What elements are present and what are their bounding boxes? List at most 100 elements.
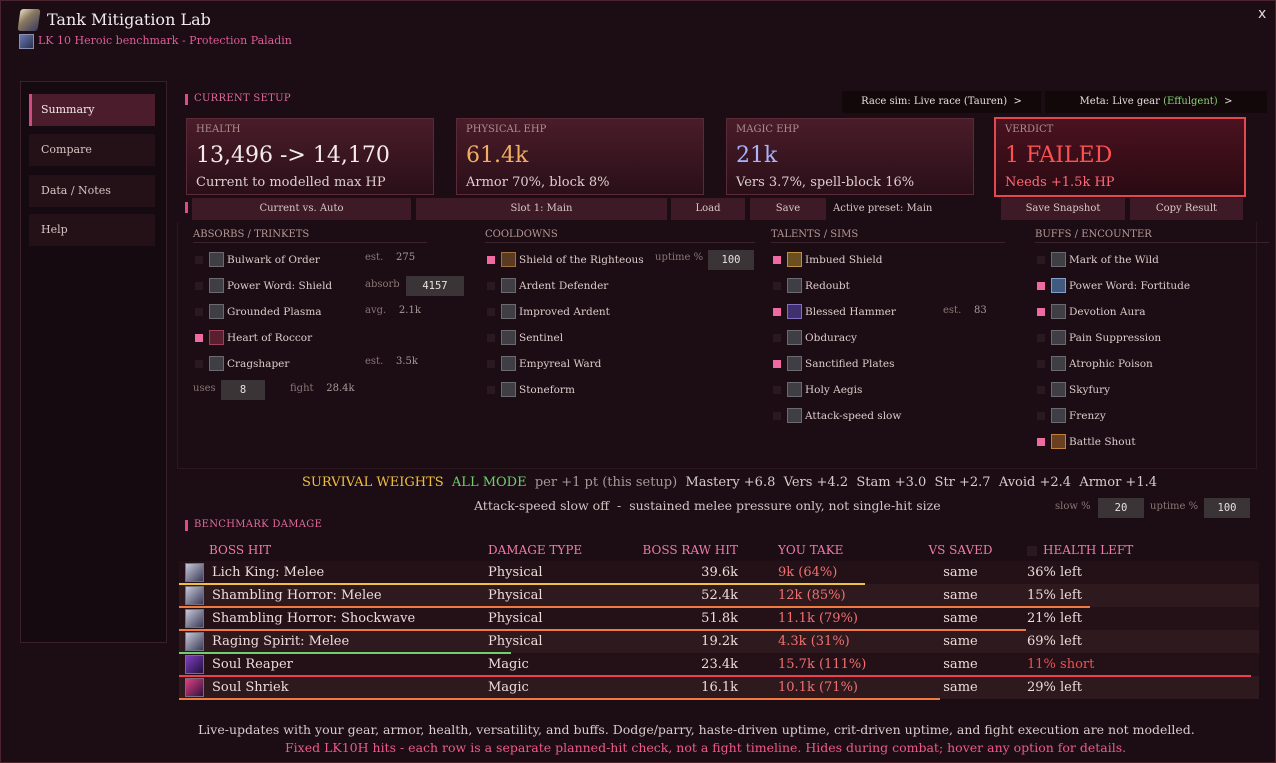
copy-result-button[interactable]: Copy Result [1130,198,1243,220]
stoneform-icon [501,382,516,397]
window-title: Tank Mitigation Lab [47,10,211,29]
sidebar-item-summary[interactable]: Summary [29,94,155,126]
plates-icon [787,356,802,371]
obduracy-icon [787,330,802,345]
buffs-heading: BUFFS / ENCOUNTER [1035,229,1269,243]
save-snapshot-button[interactable]: Save Snapshot [1001,198,1125,220]
table-row[interactable]: Soul Reaper Magic 23.4k 15.7k (111%) same 11%… [179,653,1259,676]
option-label: Power Word: Fortitude [1069,280,1191,292]
race-sim-button[interactable]: Race sim: Live race (Tauren) > [842,91,1041,113]
table-row[interactable]: Lich King: Melee Physical 39.6k 9k (64%) sam… [179,561,1259,584]
sidebar-item-help[interactable]: Help [29,214,155,246]
col-boss-hit: BOSS HIT [209,543,272,557]
weights-title: SURVIVAL WEIGHTS [302,475,444,490]
compare-mode-button[interactable]: Current vs. Auto [192,198,411,220]
option-label: Pain Suppression [1069,332,1162,344]
checkbox[interactable] [487,256,495,264]
option-label: Empyreal Ward [519,358,602,370]
close-button[interactable]: x [1258,6,1266,22]
checkbox[interactable] [1037,334,1045,342]
checkbox[interactable] [773,256,781,264]
vs-saved-cell: same [943,565,978,580]
absorb-input[interactable]: 4157 [406,276,464,296]
checkbox[interactable] [773,308,781,316]
checkbox[interactable] [487,334,495,342]
table-row[interactable]: Shambling Horror: Melee Physical 52.4k 12k … [179,584,1259,607]
damage-fraction-bar [179,629,1026,631]
checkbox[interactable] [487,308,495,316]
checkbox[interactable] [195,308,203,316]
table-row[interactable]: Shambling Horror: Shockwave Physical 51.8k… [179,607,1259,630]
boss-hit-cell: Soul Shriek [179,676,488,699]
checkbox[interactable] [487,386,495,394]
checkbox[interactable] [773,334,781,342]
health-left-cell: 69% left [1027,634,1082,649]
table-row[interactable]: Raging Spirit: Melee Physical 19.2k 4.3k (3… [179,630,1259,653]
checkbox[interactable] [195,282,203,290]
improved-ardent-icon [501,304,516,319]
damage-fraction-bar [179,606,1090,608]
verdict-value: 1 FAILED [1005,143,1113,168]
save-button[interactable]: Save [750,198,826,220]
vs-saved-cell: same [943,657,978,672]
option-label: Blessed Hammer [805,306,896,318]
header-checkbox[interactable] [1027,545,1037,556]
checkbox[interactable] [1037,256,1045,264]
checkbox[interactable] [1037,386,1045,394]
checkbox[interactable] [1037,438,1045,446]
checkbox[interactable] [195,334,203,342]
checkbox[interactable] [1037,360,1045,368]
hammer-icon [787,304,802,319]
slow-percent-input[interactable]: 20 [1098,498,1144,518]
absorb-label: absorb [365,279,400,290]
you-take-cell: 15.7k (111%) [778,657,867,672]
meta-gem-button[interactable]: Meta: Live gear (Effulgent) > [1045,91,1267,113]
sidebar-item-compare[interactable]: Compare [29,134,155,166]
raw-hit-cell: 16.1k [701,680,738,695]
checkbox[interactable] [487,282,495,290]
checkbox[interactable] [195,360,203,368]
sidebar-item-data-notes[interactable]: Data / Notes [29,175,155,207]
option-label: Ardent Defender [519,280,609,292]
checkbox[interactable] [773,360,781,368]
magic-ehp-value: 21k [736,143,778,168]
slow-percent-label: slow % [1055,501,1091,512]
empyreal-ward-icon [501,356,516,371]
current-setup-heading: CURRENT SETUP [185,93,291,105]
slot-select-button[interactable]: Slot 1: Main [416,198,667,220]
option-label: Grounded Plasma [227,306,322,318]
checkbox[interactable] [195,256,203,264]
cooldown-uptime-label: uptime % [655,252,704,263]
checkbox[interactable] [773,386,781,394]
vs-saved-cell: same [943,611,978,626]
option-label: Attack-speed slow [805,410,902,422]
footer-warning: Fixed LK10H hits - each row is a separat… [285,740,1127,755]
shout-icon [1051,434,1066,449]
load-button[interactable]: Load [671,198,745,220]
option-label: Devotion Aura [1069,306,1146,318]
health-left-cell: 21% left [1027,611,1082,626]
checkbox[interactable] [773,282,781,290]
option-label: Redoubt [805,280,850,292]
cooldown-uptime-input[interactable]: 100 [708,250,754,270]
cooldowns-heading: COOLDOWNS [485,229,755,243]
raw-hit-cell: 19.2k [701,634,738,649]
survival-weights: SURVIVAL WEIGHTS ALL MODE per +1 pt (thi… [302,475,1157,490]
slow-uptime-input[interactable]: 100 [1204,498,1250,518]
sword-icon [185,632,204,651]
paw-icon [1051,252,1066,267]
checkbox[interactable] [487,360,495,368]
checkbox[interactable] [773,412,781,420]
option-label: Heart of Roccor [227,332,313,344]
checkbox[interactable] [1037,308,1045,316]
weights-mode: ALL MODE [451,475,527,490]
card-label: MAGIC EHP [736,124,799,135]
option-label: Obduracy [805,332,857,344]
checkbox[interactable] [1037,282,1045,290]
col-boss-raw-hit: BOSS RAW HIT [642,543,739,557]
table-row[interactable]: Soul Shriek Magic 16.1k 10.1k (71%) same 29% … [179,676,1259,699]
aegis-icon [787,382,802,397]
checkbox[interactable] [1037,412,1045,420]
uses-input[interactable]: 8 [221,380,265,400]
damage-type-cell: Magic [488,657,529,672]
